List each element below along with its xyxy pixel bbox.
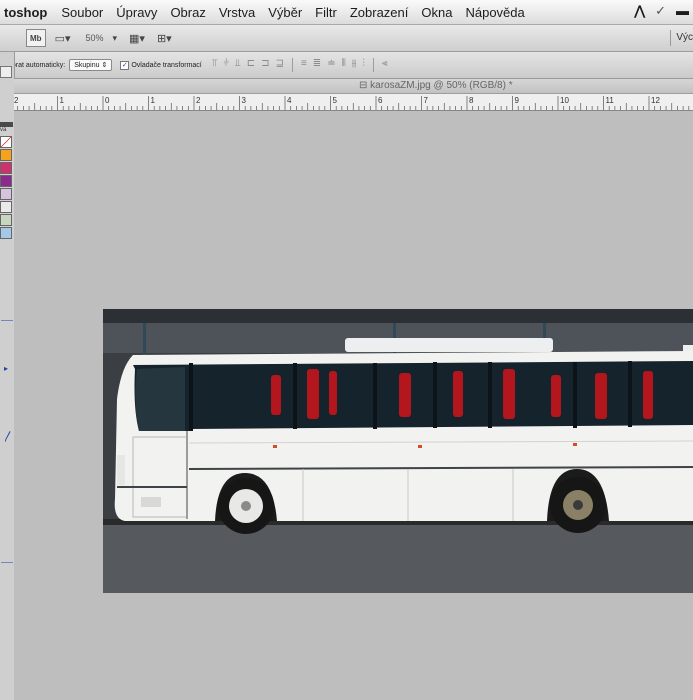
ruler-label: 1 — [151, 96, 156, 105]
ruler-label: 6 — [378, 96, 383, 105]
curve-icon[interactable]: 〳 — [3, 428, 14, 444]
zoom-dropdown-icon[interactable]: ▾ — [110, 30, 121, 46]
swatch-pale-blue[interactable] — [0, 227, 12, 239]
swatch-purple[interactable] — [0, 175, 12, 187]
checkbox-checked-icon: ✓ — [120, 60, 130, 70]
ruler-label: 7 — [424, 96, 429, 105]
document-title: ⊟ karosaZM.jpg @ 50% (RGB/8) * — [359, 80, 513, 91]
ruler-label: 0 — [105, 96, 110, 105]
align-right-icon[interactable]: ⊒ — [276, 58, 284, 72]
panel-label: va — [0, 127, 7, 133]
ruler-label: 2 — [14, 96, 19, 105]
auto-select-dropdown[interactable]: Skupinu ⇕ — [69, 59, 113, 71]
zoom-level[interactable]: 50% — [85, 33, 103, 43]
ruler-label: 9 — [515, 96, 520, 105]
swatch-lavender[interactable] — [0, 188, 12, 200]
horizontal-ruler[interactable]: 2 1 0 1 2 3 4 5 6 7 8 9 10 11 12 — [14, 94, 693, 111]
menubar: toshop Soubor Úpravy Obraz Vrstva Výběr … — [0, 0, 693, 25]
transform-controls-label: Ovladače transformací — [131, 61, 202, 69]
ruler-label: 11 — [606, 96, 615, 105]
close-tab-icon[interactable]: ⊟ — [359, 80, 367, 91]
ruler-ticks: 2 1 0 1 2 3 4 5 6 7 8 9 10 11 12 — [14, 96, 690, 110]
menu-filtr[interactable]: Filtr — [315, 5, 337, 20]
menu-zobrazeni[interactable]: Zobrazení — [350, 5, 409, 20]
ruler-label: 10 — [560, 96, 569, 105]
distribute-bottom-icon[interactable]: ≐ — [327, 58, 335, 72]
menu-vyber[interactable]: Výběr — [268, 5, 302, 20]
monitor-icon[interactable]: ▬ — [676, 3, 689, 19]
arrange-documents-icon[interactable]: ▦▾ — [126, 30, 148, 46]
options-divider — [372, 58, 374, 72]
ruler-label: 3 — [242, 96, 247, 105]
menu-soubor[interactable]: Soubor — [61, 5, 103, 20]
workspace-switcher[interactable]: Výc — [676, 32, 693, 43]
ruler-label: 4 — [287, 96, 292, 105]
menubar-status-icons: ⋀ ✓ ▬ — [634, 3, 689, 19]
document-title-text: karosaZM.jpg @ 50% (RGB/8) * — [370, 80, 513, 91]
checkmark-icon[interactable]: ✓ — [655, 3, 666, 19]
swatch-orange[interactable] — [0, 149, 12, 161]
adobe-icon[interactable]: ⋀ — [634, 3, 645, 19]
canvas-image — [103, 309, 693, 593]
ruler-label: 8 — [469, 96, 474, 105]
swatch-magenta[interactable] — [0, 162, 12, 174]
align-top-icon[interactable]: ⫪ — [212, 58, 218, 72]
distribute-left-icon[interactable]: ⫴ — [342, 58, 346, 72]
swatch-pale-green[interactable] — [0, 214, 12, 226]
auto-select-value: Skupinu — [74, 62, 100, 69]
view-extras-icon[interactable]: ⊞▾ — [154, 30, 175, 46]
screen-mode-icon[interactable]: ▭▾ — [52, 30, 74, 46]
panel-divider — [1, 562, 13, 563]
application-bar: Mb ▭▾ 50% ▾ ▦▾ ⊞▾ Výc — [0, 25, 693, 52]
ruler-label: 5 — [333, 96, 338, 105]
menu-obraz[interactable]: Obraz — [170, 5, 205, 20]
move-tool-icon[interactable] — [0, 66, 12, 78]
distribute-hcenter-icon[interactable]: ⫵ — [352, 58, 357, 72]
align-hcenter-icon[interactable]: ⊐ — [261, 58, 269, 72]
auto-align-layers-icon[interactable]: ⫷ — [382, 58, 388, 72]
tools-panel: va ▸ 〳 — [0, 52, 15, 700]
minibridge-button[interactable]: Mb — [26, 29, 46, 47]
document-tab[interactable]: ⊟ karosaZM.jpg @ 50% (RGB/8) * — [14, 79, 693, 94]
swatch-light-gray[interactable] — [0, 201, 12, 213]
no-color-swatch[interactable] — [0, 136, 12, 148]
arrow-icon[interactable]: ▸ — [4, 364, 8, 373]
menu-vrstva[interactable]: Vrstva — [219, 5, 255, 20]
menu-napoveda[interactable]: Nápověda — [465, 5, 524, 20]
align-left-icon[interactable]: ⊏ — [247, 58, 255, 72]
app-menu[interactable]: toshop — [4, 5, 47, 20]
menu-upravy[interactable]: Úpravy — [116, 5, 157, 20]
ruler-label: 2 — [196, 96, 201, 105]
ruler-label: 12 — [651, 96, 660, 105]
transform-controls-checkbox[interactable]: ✓ Ovladače transformací — [120, 60, 202, 70]
panel-divider — [1, 320, 13, 321]
bus-photo — [103, 309, 693, 593]
options-bar: Vybrat automaticky: Skupinu ⇕ ✓ Ovladače… — [0, 52, 693, 79]
distribute-right-icon[interactable]: ⫶ — [362, 58, 365, 72]
appbar-divider — [670, 30, 671, 46]
align-bottom-icon[interactable]: ⫫ — [235, 58, 241, 72]
align-vcenter-icon[interactable]: ⫩ — [223, 58, 229, 72]
ruler-label: 1 — [60, 96, 65, 105]
distribute-top-icon[interactable]: ≡ — [301, 58, 307, 72]
menu-okna[interactable]: Okna — [421, 5, 452, 20]
align-distribute-group: ⫪ ⫩ ⫫ ⊏ ⊐ ⊒ ≡ ≣ ≐ ⫴ ⫵ ⫶ ⫷ — [212, 58, 388, 72]
options-divider — [291, 58, 293, 72]
distribute-vcenter-icon[interactable]: ≣ — [313, 58, 321, 72]
